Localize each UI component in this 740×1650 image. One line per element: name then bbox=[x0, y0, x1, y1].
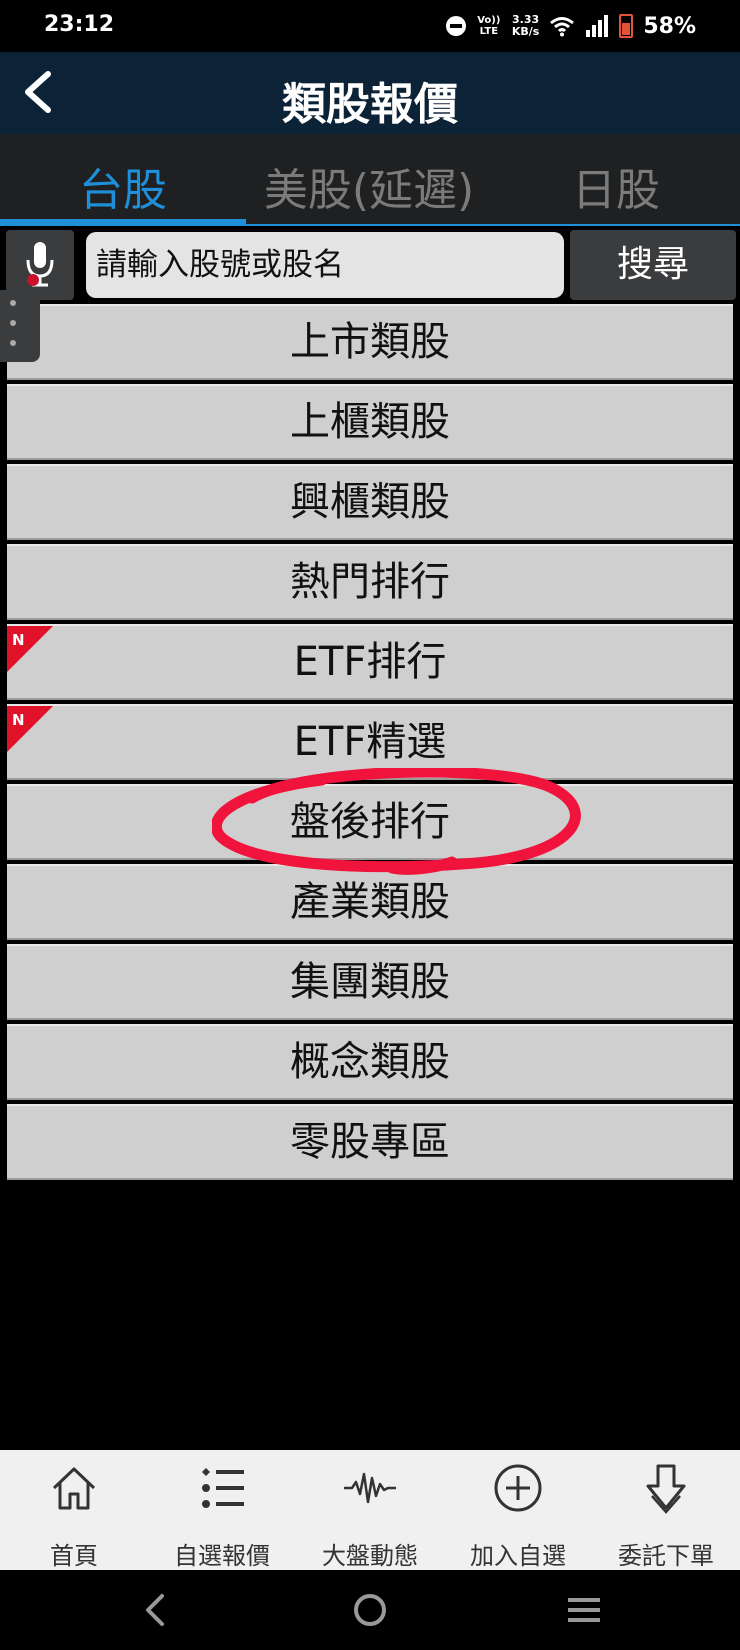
new-badge-label: N bbox=[12, 631, 25, 649]
battery-icon bbox=[619, 14, 634, 38]
wifi-icon bbox=[550, 17, 575, 37]
nav-label: 首頁 bbox=[50, 1542, 98, 1570]
menu-item-etf-ranking[interactable]: N ETF排行 bbox=[7, 624, 733, 700]
menu-item-group[interactable]: 集團類股 bbox=[7, 944, 733, 1020]
nav-item-watchlist[interactable]: 自選報價 bbox=[148, 1450, 296, 1570]
category-menu: 上市類股 上櫃類股 興櫃類股 熱門排行 N ETF排行 N ETF精選 盤後排行… bbox=[7, 304, 733, 1184]
list-icon bbox=[202, 1468, 244, 1508]
new-badge: N bbox=[7, 706, 53, 752]
arrow-down-icon bbox=[646, 1464, 686, 1514]
network-speed-unit: KB/s bbox=[511, 25, 540, 38]
waveform-icon bbox=[344, 1472, 396, 1504]
system-nav-bar bbox=[0, 1570, 740, 1650]
system-menu-icon[interactable] bbox=[564, 1590, 604, 1630]
side-drawer-handle[interactable] bbox=[0, 290, 40, 362]
menu-item-label: ETF排行 bbox=[293, 639, 447, 685]
system-home-icon[interactable] bbox=[350, 1590, 390, 1630]
menu-item-listed[interactable]: 上市類股 bbox=[7, 304, 733, 380]
new-badge-label: N bbox=[12, 711, 25, 729]
nav-label: 委託下單 bbox=[618, 1542, 714, 1570]
nav-item-add-watchlist[interactable]: 加入自選 bbox=[444, 1450, 592, 1570]
title-bar: 類股報價 bbox=[0, 52, 740, 134]
volte-indicator: Vo)) LTE bbox=[477, 15, 501, 37]
nav-item-home[interactable]: 首頁 bbox=[0, 1450, 148, 1570]
tab-jp-stock[interactable]: 日股 bbox=[492, 134, 740, 224]
system-back-icon[interactable] bbox=[136, 1590, 176, 1630]
page-title: 類股報價 bbox=[282, 79, 458, 130]
nav-label: 自選報價 bbox=[174, 1542, 270, 1570]
search-input[interactable] bbox=[86, 232, 564, 298]
menu-item-otc[interactable]: 上櫃類股 bbox=[7, 384, 733, 460]
menu-item-concept[interactable]: 概念類股 bbox=[7, 1024, 733, 1100]
tab-us-stock[interactable]: 美股(延遲) bbox=[246, 134, 492, 224]
plus-circle-icon bbox=[494, 1464, 542, 1512]
battery-percent: 58% bbox=[643, 13, 696, 39]
menu-item-industry[interactable]: 產業類股 bbox=[7, 864, 733, 940]
home-icon bbox=[52, 1467, 96, 1510]
network-speed: 3.33 KB/s bbox=[512, 14, 539, 38]
status-icons: Vo)) LTE 3.33 KB/s 58% bbox=[445, 10, 696, 42]
do-not-disturb-icon bbox=[445, 16, 466, 36]
menu-item-etf-selection[interactable]: N ETF精選 bbox=[7, 704, 733, 780]
search-row: 搜尋 bbox=[0, 226, 740, 304]
market-tabs: 台股 美股(延遲) 日股 bbox=[0, 134, 740, 224]
status-bar: 23:12 Vo)) LTE 3.33 KB/s 58% bbox=[0, 0, 740, 52]
search-button[interactable]: 搜尋 bbox=[570, 230, 736, 300]
new-badge: N bbox=[7, 626, 53, 672]
menu-item-after-hours-ranking[interactable]: 盤後排行 bbox=[7, 784, 733, 860]
status-time: 23:12 bbox=[44, 12, 115, 37]
bottom-nav: 首頁 自選報價 大盤動態 加入自選 委託下單 bbox=[0, 1450, 740, 1570]
nav-item-order[interactable]: 委託下單 bbox=[592, 1450, 740, 1570]
menu-item-label: ETF精選 bbox=[293, 719, 447, 765]
menu-item-emerging[interactable]: 興櫃類股 bbox=[7, 464, 733, 540]
nav-label: 大盤動態 bbox=[322, 1542, 418, 1570]
tab-tw-stock[interactable]: 台股 bbox=[0, 134, 246, 224]
nav-item-market[interactable]: 大盤動態 bbox=[296, 1450, 444, 1570]
signal-icon bbox=[586, 15, 609, 37]
menu-item-odd-lot[interactable]: 零股專區 bbox=[7, 1104, 733, 1180]
nav-label: 加入自選 bbox=[470, 1542, 566, 1570]
menu-item-hot-ranking[interactable]: 熱門排行 bbox=[7, 544, 733, 620]
